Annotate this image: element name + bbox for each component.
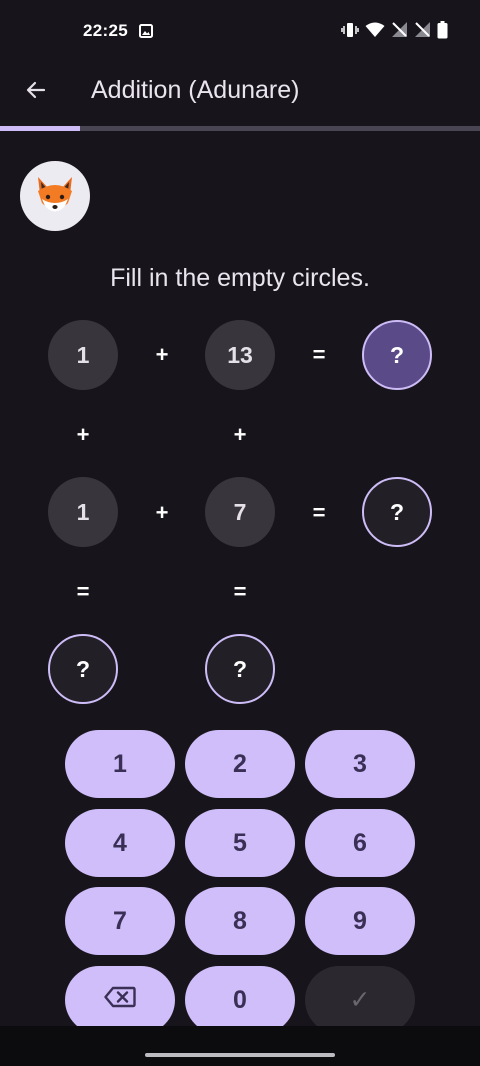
key-3[interactable]: 3 [305,730,415,798]
row2-equals: = [312,500,326,525]
key-0[interactable]: 0 [185,966,295,1026]
row2-result-input[interactable]: ? [362,477,432,547]
system-nav-bar [0,1026,480,1066]
col1-plus: + [76,422,90,447]
col2-plus: + [233,422,247,447]
row1-result-input[interactable]: ? [362,320,432,390]
number-keypad: 1 2 3 4 5 6 7 8 9 0 ✓ [0,729,480,1026]
backspace-button[interactable] [65,966,175,1026]
row2-operand-b: 7 [205,477,275,547]
col1-result-input[interactable]: ? [48,634,118,704]
row2-plus: + [155,500,169,525]
key-6[interactable]: 6 [305,809,415,877]
row1-operand-a: 1 [48,320,118,390]
row1-equals: = [312,342,326,367]
key-1[interactable]: 1 [65,730,175,798]
home-gesture-handle[interactable] [145,1053,335,1057]
key-7[interactable]: 7 [65,887,175,955]
key-2[interactable]: 2 [185,730,295,798]
check-button[interactable]: ✓ [305,966,415,1026]
backspace-icon [104,986,136,1015]
col2-result-input[interactable]: ? [205,634,275,704]
puzzle-grid: 1 + 13 = ? + + 1 + 7 = ? = = ? ? [0,0,480,720]
key-4[interactable]: 4 [65,809,175,877]
key-5[interactable]: 5 [185,809,295,877]
row1-operand-b: 13 [205,320,275,390]
col1-equals: = [76,579,90,604]
row2-operand-a: 1 [48,477,118,547]
key-9[interactable]: 9 [305,887,415,955]
key-8[interactable]: 8 [185,887,295,955]
col2-equals: = [233,579,247,604]
row1-plus: + [155,342,169,367]
